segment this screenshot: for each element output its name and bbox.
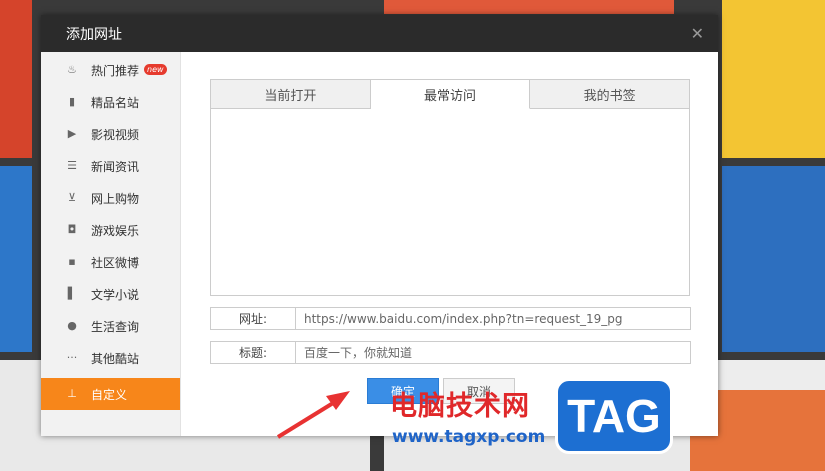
bg-tile-blue: [0, 166, 32, 352]
sidebar-item-label: 文学小说: [91, 287, 140, 302]
tab-my-bookmarks[interactable]: 我的书签: [530, 79, 691, 109]
sidebar-item-other[interactable]: ··· 其他酷站: [41, 342, 180, 374]
title-label: 标题:: [211, 342, 296, 363]
bookmark-icon: ▮: [68, 95, 76, 108]
url-field: 网址:: [210, 307, 691, 330]
bg-tile-orange: [384, 0, 674, 14]
tab-area: 当前打开 最常访问 我的书签: [210, 79, 691, 296]
bg-tile-red: [0, 0, 32, 158]
bg-tile-blue-right[interactable]: [722, 166, 825, 352]
user-icon: ●: [67, 319, 77, 332]
sidebar-item-featured[interactable]: ▮ 精品名站: [41, 86, 180, 118]
tab-panel: [210, 109, 690, 296]
fire-icon: ♨: [67, 63, 77, 76]
sidebar-item-novels[interactable]: ▌ 文学小说: [41, 278, 180, 310]
title-input[interactable]: [296, 342, 690, 363]
sidebar-item-label: 网上购物: [91, 191, 140, 206]
sidebar-item-label: 新闻资讯: [91, 159, 140, 174]
bg-tile-weibo[interactable]: [722, 0, 825, 158]
gamepad-icon: ◘: [67, 223, 77, 236]
sidebar-item-video[interactable]: ▶ 影视视频: [41, 118, 180, 150]
sidebar-item-shopping[interactable]: ⊻ 网上购物: [41, 182, 180, 214]
url-label: 网址:: [211, 308, 296, 329]
new-badge: new: [144, 64, 167, 75]
sidebar-item-hot[interactable]: ♨ 热门推荐 new: [41, 54, 180, 86]
tag-logo: TAG: [555, 378, 673, 454]
sidebar-item-label: 影视视频: [91, 127, 140, 142]
sidebar-item-label: 热门推荐: [91, 63, 140, 78]
dialog-titlebar: 添加网址 ✕: [41, 15, 718, 52]
sidebar-item-games[interactable]: ◘ 游戏娱乐: [41, 214, 180, 246]
sidebar-item-label: 精品名站: [91, 95, 140, 110]
custom-icon: ⊥: [67, 387, 77, 400]
tab-bar: 当前打开 最常访问 我的书签: [210, 79, 691, 109]
sidebar-item-label: 其他酷站: [91, 351, 140, 366]
play-icon: ▶: [67, 127, 77, 140]
add-url-dialog: 添加网址 ✕ ♨ 热门推荐 new ▮ 精品名站 ▶ 影视视频 ☰ 新闻资讯 ⊻…: [41, 15, 718, 436]
title-field: 标题:: [210, 341, 691, 364]
sidebar-item-custom[interactable]: ⊥ 自定义: [41, 378, 180, 410]
watermark-url: www.tagxp.com: [392, 427, 546, 447]
chat-icon: ▪: [68, 255, 76, 268]
watermark-text: 电脑技术网: [390, 391, 530, 422]
more-icon: ···: [66, 351, 78, 364]
sidebar-item-label: 社区微博: [91, 255, 140, 270]
tab-current-open[interactable]: 当前打开: [210, 79, 371, 109]
book-icon: ▌: [67, 287, 77, 300]
tab-most-visited[interactable]: 最常访问: [370, 79, 531, 109]
news-icon: ☰: [67, 159, 77, 172]
sidebar-item-label: 自定义: [91, 387, 128, 402]
sidebar-item-news[interactable]: ☰ 新闻资讯: [41, 150, 180, 182]
url-input[interactable]: [296, 308, 690, 329]
sidebar-item-label: 游戏娱乐: [91, 223, 140, 238]
category-sidebar: ♨ 热门推荐 new ▮ 精品名站 ▶ 影视视频 ☰ 新闻资讯 ⊻ 网上购物 ◘…: [41, 52, 181, 436]
sidebar-item-label: 生活查询: [91, 319, 140, 334]
close-icon[interactable]: ✕: [691, 24, 704, 43]
dialog-title: 添加网址: [66, 26, 122, 43]
cart-icon: ⊻: [67, 191, 77, 204]
sidebar-item-life[interactable]: ● 生活查询: [41, 310, 180, 342]
sidebar-item-community[interactable]: ▪ 社区微博: [41, 246, 180, 278]
